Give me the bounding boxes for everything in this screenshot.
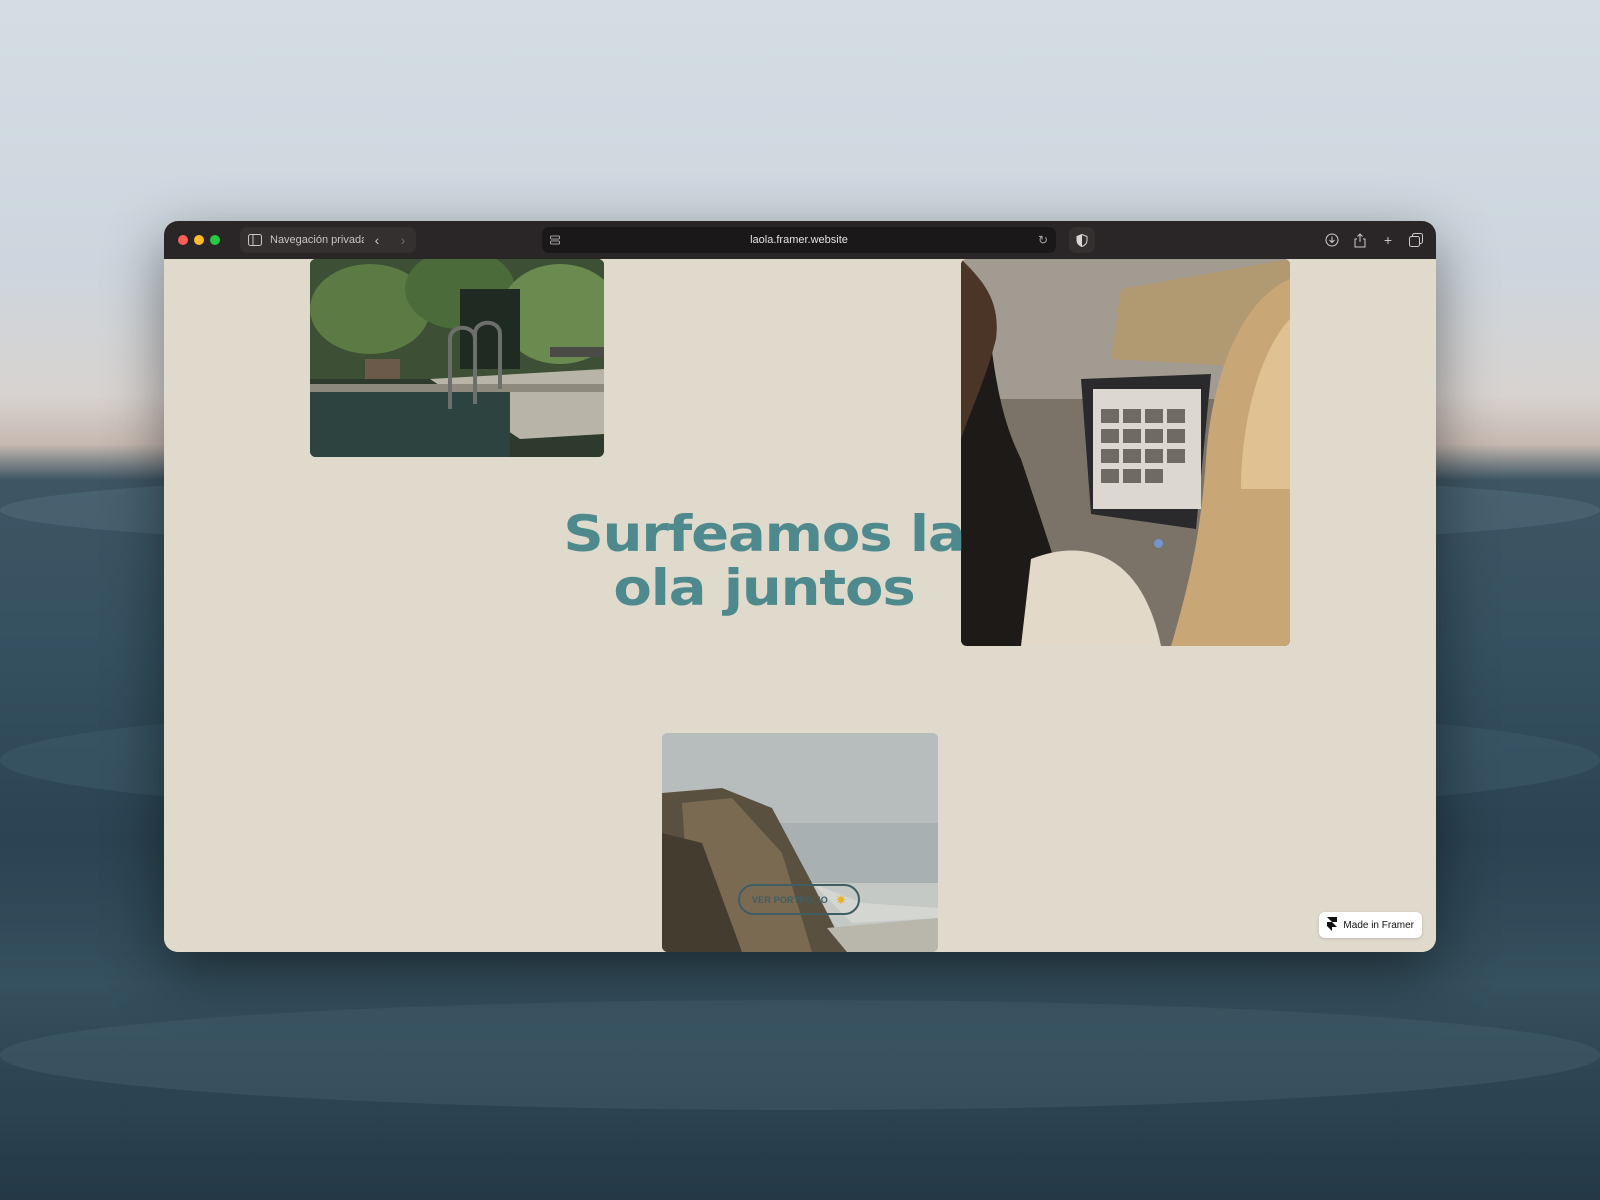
view-portfolio-button[interactable]: VER PORTFOLIO ✷	[738, 884, 860, 915]
browser-window: Navegación privada ‹ › laola.framer.webs…	[164, 221, 1436, 952]
tabs-overview-icon[interactable]	[1408, 232, 1424, 248]
hero-headline: Surfeamos la ola juntos	[484, 507, 1044, 615]
zoom-window-button[interactable]	[210, 235, 220, 245]
sidebar-icon	[248, 234, 262, 246]
cliff-photo	[662, 733, 938, 952]
cta-label: VER PORTFOLIO	[751, 894, 828, 905]
sea-background	[0, 1000, 1600, 1110]
cursor-indicator	[1154, 539, 1163, 548]
new-tab-icon[interactable]: +	[1380, 232, 1396, 248]
pool-photo	[310, 259, 604, 457]
shield-icon[interactable]	[1069, 227, 1095, 253]
history-nav: ‹ ›	[364, 227, 416, 253]
made-in-framer-badge[interactable]: Made in Framer	[1319, 912, 1422, 938]
address-bar[interactable]: laola.framer.website ↻	[542, 227, 1056, 253]
sun-icon: ✷	[835, 892, 847, 907]
url-text: laola.framer.website	[750, 234, 848, 246]
forward-icon[interactable]: ›	[401, 233, 406, 247]
headline-line-1: Surfeamos la	[563, 505, 965, 563]
toolbar-actions: +	[1324, 227, 1424, 253]
back-icon[interactable]: ‹	[375, 233, 380, 247]
badge-label: Made in Framer	[1343, 919, 1414, 931]
framer-logo-icon	[1327, 916, 1338, 934]
minimize-window-button[interactable]	[194, 235, 204, 245]
reload-icon[interactable]: ↻	[1038, 233, 1048, 247]
close-window-button[interactable]	[178, 235, 188, 245]
tab-list-icon[interactable]	[550, 235, 560, 245]
share-icon[interactable]	[1352, 232, 1368, 248]
private-browsing-label: Navegación privada	[270, 234, 368, 246]
page-viewport: Surfeamos la ola juntos VER PORTFOLIO ✷ …	[164, 259, 1436, 952]
headline-line-2: ola juntos	[613, 559, 915, 617]
download-icon[interactable]	[1324, 232, 1340, 248]
browser-toolbar: Navegación privada ‹ › laola.framer.webs…	[164, 221, 1436, 259]
sidebar-toggle-button[interactable]: Navegación privada	[240, 227, 376, 253]
